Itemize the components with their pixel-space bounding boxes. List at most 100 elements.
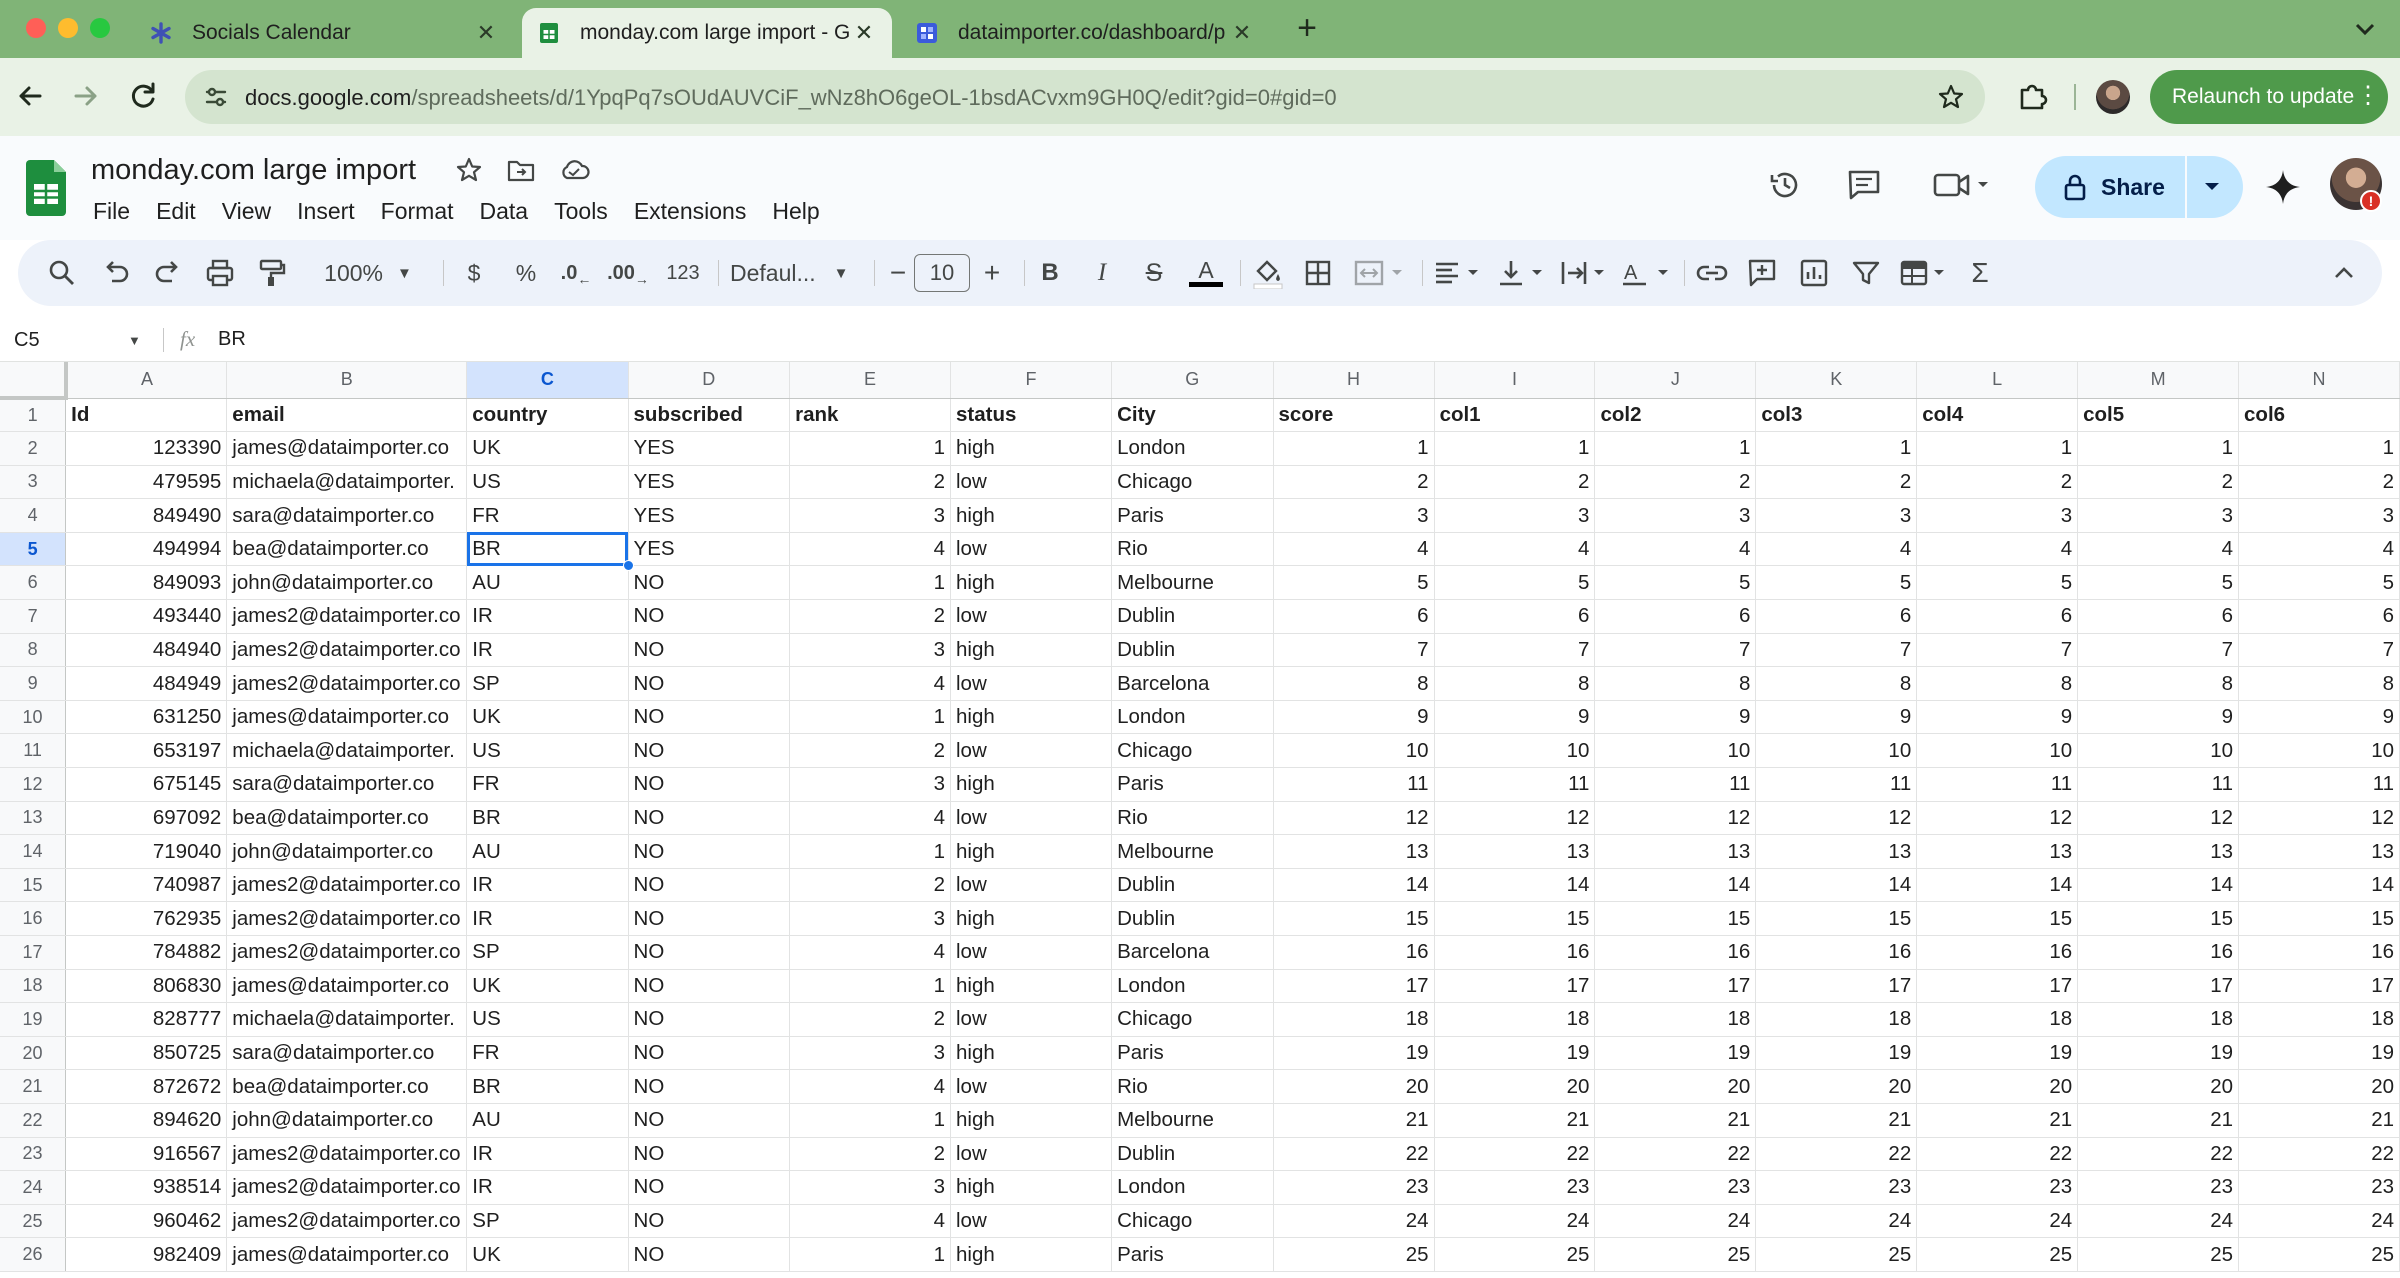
column-header-m[interactable]: M bbox=[2077, 362, 2240, 399]
cell[interactable]: 3 bbox=[2238, 498, 2400, 533]
cell[interactable]: Chicago bbox=[1111, 1002, 1274, 1037]
cell[interactable]: 15 bbox=[1434, 901, 1596, 936]
column-title-cell[interactable]: rank bbox=[789, 398, 951, 433]
cell[interactable]: 6 bbox=[1594, 599, 1757, 634]
cell[interactable]: Dublin bbox=[1111, 868, 1274, 903]
browser-tab-dataimporter[interactable]: dataimporter.co/dashboard/p ✕ bbox=[900, 8, 1270, 58]
cell[interactable]: UK bbox=[466, 1237, 629, 1272]
tab-search-chevron-icon[interactable] bbox=[2350, 14, 2380, 44]
cell[interactable]: 4 bbox=[1273, 532, 1435, 567]
cell[interactable]: Paris bbox=[1111, 767, 1274, 802]
cell[interactable]: 25 bbox=[1916, 1237, 2079, 1272]
cell[interactable]: 2 bbox=[789, 1002, 951, 1037]
horizontal-align-icon[interactable] bbox=[1432, 257, 1484, 289]
cell[interactable]: 13 bbox=[1916, 834, 2079, 869]
cell[interactable]: 18 bbox=[1755, 1002, 1918, 1037]
cell[interactable]: SP bbox=[466, 1204, 629, 1239]
cell[interactable]: 25 bbox=[1434, 1237, 1596, 1272]
cell[interactable]: 21 bbox=[1434, 1103, 1596, 1138]
cell[interactable]: 5 bbox=[2077, 565, 2240, 601]
omnibox[interactable]: docs.google.com/spreadsheets/d/1YpqPq7sO… bbox=[185, 70, 1985, 124]
cell[interactable]: 7 bbox=[1434, 633, 1596, 668]
close-tab-icon[interactable]: ✕ bbox=[1230, 20, 1254, 45]
cell[interactable]: 11 bbox=[1273, 767, 1435, 802]
cell[interactable]: 784882 bbox=[65, 935, 228, 970]
cell[interactable]: 24 bbox=[1755, 1204, 1918, 1239]
cell[interactable]: 8 bbox=[1273, 666, 1435, 701]
undo-icon[interactable] bbox=[100, 257, 132, 289]
cell[interactable]: FR bbox=[466, 1036, 629, 1071]
cell[interactable]: IR bbox=[466, 1170, 629, 1205]
cell[interactable]: high bbox=[950, 1237, 1113, 1272]
cell[interactable]: 22 bbox=[2077, 1137, 2240, 1172]
cell[interactable]: 11 bbox=[2238, 767, 2400, 802]
row-header[interactable]: 13 bbox=[0, 801, 67, 836]
cell[interactable]: 10 bbox=[1434, 733, 1596, 769]
cell[interactable]: 9 bbox=[2238, 700, 2400, 735]
cell[interactable]: 2 bbox=[789, 733, 951, 769]
cell[interactable]: low bbox=[950, 868, 1113, 903]
column-title-cell[interactable]: status bbox=[950, 398, 1113, 433]
cell[interactable]: 17 bbox=[2238, 969, 2400, 1004]
select-all-corner[interactable] bbox=[0, 362, 68, 400]
cell[interactable]: NO bbox=[628, 700, 791, 735]
cell[interactable]: 22 bbox=[1434, 1137, 1596, 1172]
cell[interactable]: 16 bbox=[2238, 935, 2400, 970]
cell[interactable]: sara@dataimporter.co bbox=[226, 767, 468, 802]
cell[interactable]: NO bbox=[628, 801, 791, 836]
cell[interactable]: 1 bbox=[789, 969, 951, 1004]
column-title-cell[interactable]: subscribed bbox=[628, 398, 791, 433]
cell[interactable]: 13 bbox=[1434, 834, 1596, 869]
cell[interactable]: 15 bbox=[1273, 901, 1435, 936]
cell[interactable]: 22 bbox=[1273, 1137, 1435, 1172]
cell[interactable]: 12 bbox=[1594, 801, 1757, 836]
cell[interactable]: 18 bbox=[1916, 1002, 2079, 1037]
cell[interactable]: 10 bbox=[1916, 733, 2079, 769]
cell[interactable]: NO bbox=[628, 1002, 791, 1037]
italic-button[interactable]: I bbox=[1084, 257, 1120, 289]
cell[interactable]: 11 bbox=[1755, 767, 1918, 802]
cell[interactable]: 23 bbox=[1434, 1170, 1596, 1205]
cell[interactable]: 14 bbox=[1594, 868, 1757, 903]
name-box[interactable]: C5 ▼ bbox=[0, 318, 150, 362]
row-header[interactable]: 26 bbox=[0, 1237, 67, 1272]
cell[interactable]: low bbox=[950, 1002, 1113, 1037]
cell[interactable]: Melbourne bbox=[1111, 565, 1274, 601]
column-title-cell[interactable]: email bbox=[226, 398, 468, 433]
cell[interactable]: 6 bbox=[2238, 599, 2400, 634]
cell[interactable]: 25 bbox=[2077, 1237, 2240, 1272]
cell[interactable]: james2@dataimporter.co bbox=[226, 1204, 468, 1239]
cell[interactable]: 916567 bbox=[65, 1137, 228, 1172]
column-title-cell[interactable]: Id bbox=[65, 398, 228, 433]
cell[interactable]: UK bbox=[466, 700, 629, 735]
row-header[interactable]: 8 bbox=[0, 633, 67, 668]
cell[interactable]: 9 bbox=[1594, 700, 1757, 735]
cell[interactable]: 10 bbox=[1273, 733, 1435, 769]
column-title-cell[interactable]: country bbox=[466, 398, 629, 433]
menu-insert[interactable]: Insert bbox=[284, 194, 368, 229]
cell[interactable]: 4 bbox=[2077, 532, 2240, 567]
cell[interactable]: NO bbox=[628, 1036, 791, 1071]
row-header[interactable]: 15 bbox=[0, 868, 67, 903]
cell[interactable]: 20 bbox=[1594, 1069, 1757, 1104]
cell[interactable]: 19 bbox=[1594, 1036, 1757, 1071]
row-header[interactable]: 5 bbox=[0, 532, 67, 567]
column-title-cell[interactable]: City bbox=[1111, 398, 1274, 433]
cell[interactable]: 2 bbox=[1755, 465, 1918, 500]
menu-format[interactable]: Format bbox=[368, 194, 467, 229]
extensions-puzzle-icon[interactable] bbox=[2016, 80, 2050, 114]
menu-edit[interactable]: Edit bbox=[143, 194, 209, 229]
print-icon[interactable] bbox=[204, 257, 236, 289]
cell[interactable]: 15 bbox=[1916, 901, 2079, 936]
cell[interactable]: sara@dataimporter.co bbox=[226, 1036, 468, 1071]
filter-views-icon[interactable] bbox=[1898, 257, 1950, 289]
increase-decimal-button[interactable]: .00 → bbox=[604, 257, 652, 289]
cell[interactable]: 2 bbox=[1434, 465, 1596, 500]
cell[interactable]: 4 bbox=[789, 801, 951, 836]
cell[interactable]: Paris bbox=[1111, 498, 1274, 533]
menu-help[interactable]: Help bbox=[759, 194, 832, 229]
cell[interactable]: 18 bbox=[2077, 1002, 2240, 1037]
cell[interactable]: NO bbox=[628, 901, 791, 936]
cell[interactable]: 24 bbox=[2077, 1204, 2240, 1239]
cell[interactable]: 13 bbox=[1273, 834, 1435, 869]
